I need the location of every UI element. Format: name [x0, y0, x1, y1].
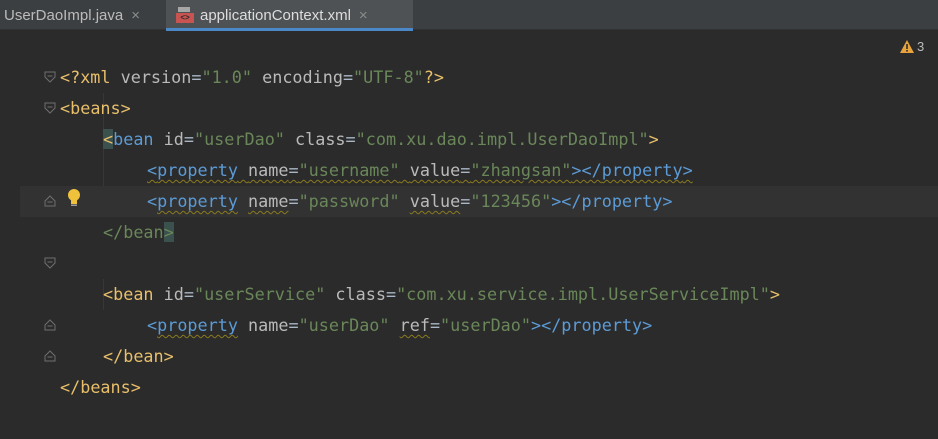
lightbulb-icon[interactable] — [66, 188, 84, 210]
code-line-2[interactable]: <beans> — [60, 62, 131, 118]
fold-open-icon[interactable] — [44, 71, 56, 83]
code-editor[interactable]: 3 <?xml version="1.0" encoding="UTF-8"?>… — [0, 31, 938, 439]
xml-file-icon: <> — [176, 6, 194, 24]
inspection-warnings[interactable]: 3 — [900, 39, 924, 54]
fold-close-icon[interactable] — [44, 319, 56, 331]
warning-count: 3 — [917, 39, 925, 54]
tab-label: applicationContext.xml — [200, 6, 351, 24]
code-line-9[interactable]: <property name="userDao" ref="userDao"><… — [147, 279, 652, 335]
fold-open-icon[interactable] — [44, 102, 56, 114]
code-line-4[interactable]: <property name="username" value="zhangsa… — [147, 124, 693, 180]
fold-open-icon[interactable] — [44, 257, 56, 269]
code-line-10[interactable]: </bean> — [103, 310, 174, 366]
fold-close-icon[interactable] — [44, 350, 56, 362]
code-line-8[interactable]: <bean id="userService" class="com.xu.ser… — [103, 248, 780, 304]
code-line-11[interactable]: </beans> — [60, 341, 141, 397]
code-line-6[interactable]: </bean> — [103, 186, 174, 242]
code-line-5[interactable]: <property name="password" value="123456"… — [147, 155, 672, 211]
tab-userdaoimpl-java[interactable]: UserDaoImpl.java × — [0, 0, 165, 30]
close-icon[interactable]: × — [131, 7, 140, 24]
code-line-3[interactable]: <bean id="userDao" class="com.xu.dao.imp… — [103, 93, 659, 149]
code-line-1[interactable]: <?xml version="1.0" encoding="UTF-8"?> — [60, 31, 444, 87]
warning-icon — [900, 40, 914, 53]
close-icon[interactable]: × — [359, 7, 368, 24]
editor-tab-bar: UserDaoImpl.java × <> applicationContext… — [0, 0, 938, 31]
tab-label: UserDaoImpl.java — [4, 6, 124, 24]
fold-close-icon[interactable] — [44, 195, 56, 207]
tab-applicationcontext-xml[interactable]: <> applicationContext.xml × — [166, 0, 413, 31]
